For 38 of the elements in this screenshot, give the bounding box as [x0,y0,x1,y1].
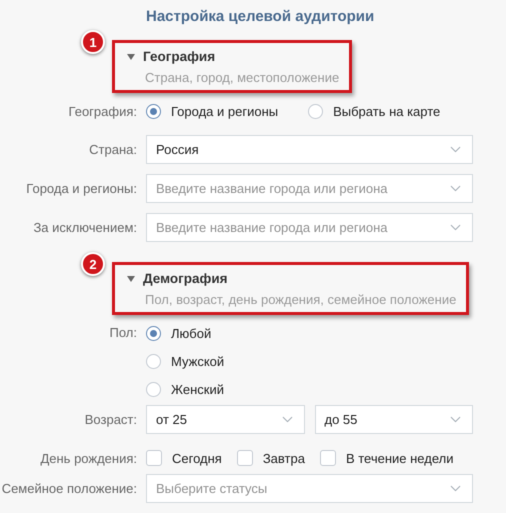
radio-option[interactable]: Женский [146,375,224,403]
radio-option[interactable]: Мужской [146,347,224,375]
select-field[interactable]: от 25 [146,405,304,434]
radio-option[interactable]: Города и регионы [146,97,278,125]
field-label: Пол: [108,324,137,342]
checkbox[interactable] [146,450,162,466]
radio-button[interactable] [146,326,161,340]
radio-button[interactable] [308,104,324,118]
select-field[interactable]: до 55 [314,405,473,434]
checkbox-option[interactable]: В течение недели [320,444,454,472]
radio-button[interactable] [146,354,161,368]
field-label: Возраст: [84,412,137,427]
select-field[interactable]: Россия [146,135,473,164]
radio-button[interactable] [146,382,161,396]
field-label: Страна: [88,142,137,157]
section-title: География [143,49,216,64]
page-title: Настройка целевой аудитории [146,8,376,27]
section-title: Демография [143,271,228,286]
section-subtitle: Пол, возраст, день рождения, семейное положение [145,292,456,307]
triangle-icon [127,274,135,282]
section-header[interactable]: Демография Пол, возраст, день рождения, семейное положение [112,262,470,315]
section-subtitle: Страна, город, местоположение [145,70,340,85]
field-label: Семейное положение: [0,481,137,496]
radio-option[interactable]: Выбрать на карте [308,97,440,125]
step-badge: 1 [81,30,105,54]
step-badge: 2 [81,252,105,276]
radio-option[interactable]: Любой [146,319,212,347]
checkbox-option[interactable]: Завтра [236,444,305,472]
triangle-icon [127,52,135,60]
checkbox[interactable] [320,450,336,466]
section-header[interactable]: География Страна, город, местоположение [112,40,352,93]
checkbox-option[interactable]: Сегодня [146,444,222,472]
field-label: География: [68,104,137,118]
checkbox[interactable] [236,450,253,466]
field-label: День рождения: [39,450,137,466]
radio-button[interactable] [146,104,161,118]
field-label: Города и регионы: [25,181,137,196]
field-label: За исключением: [32,220,137,235]
